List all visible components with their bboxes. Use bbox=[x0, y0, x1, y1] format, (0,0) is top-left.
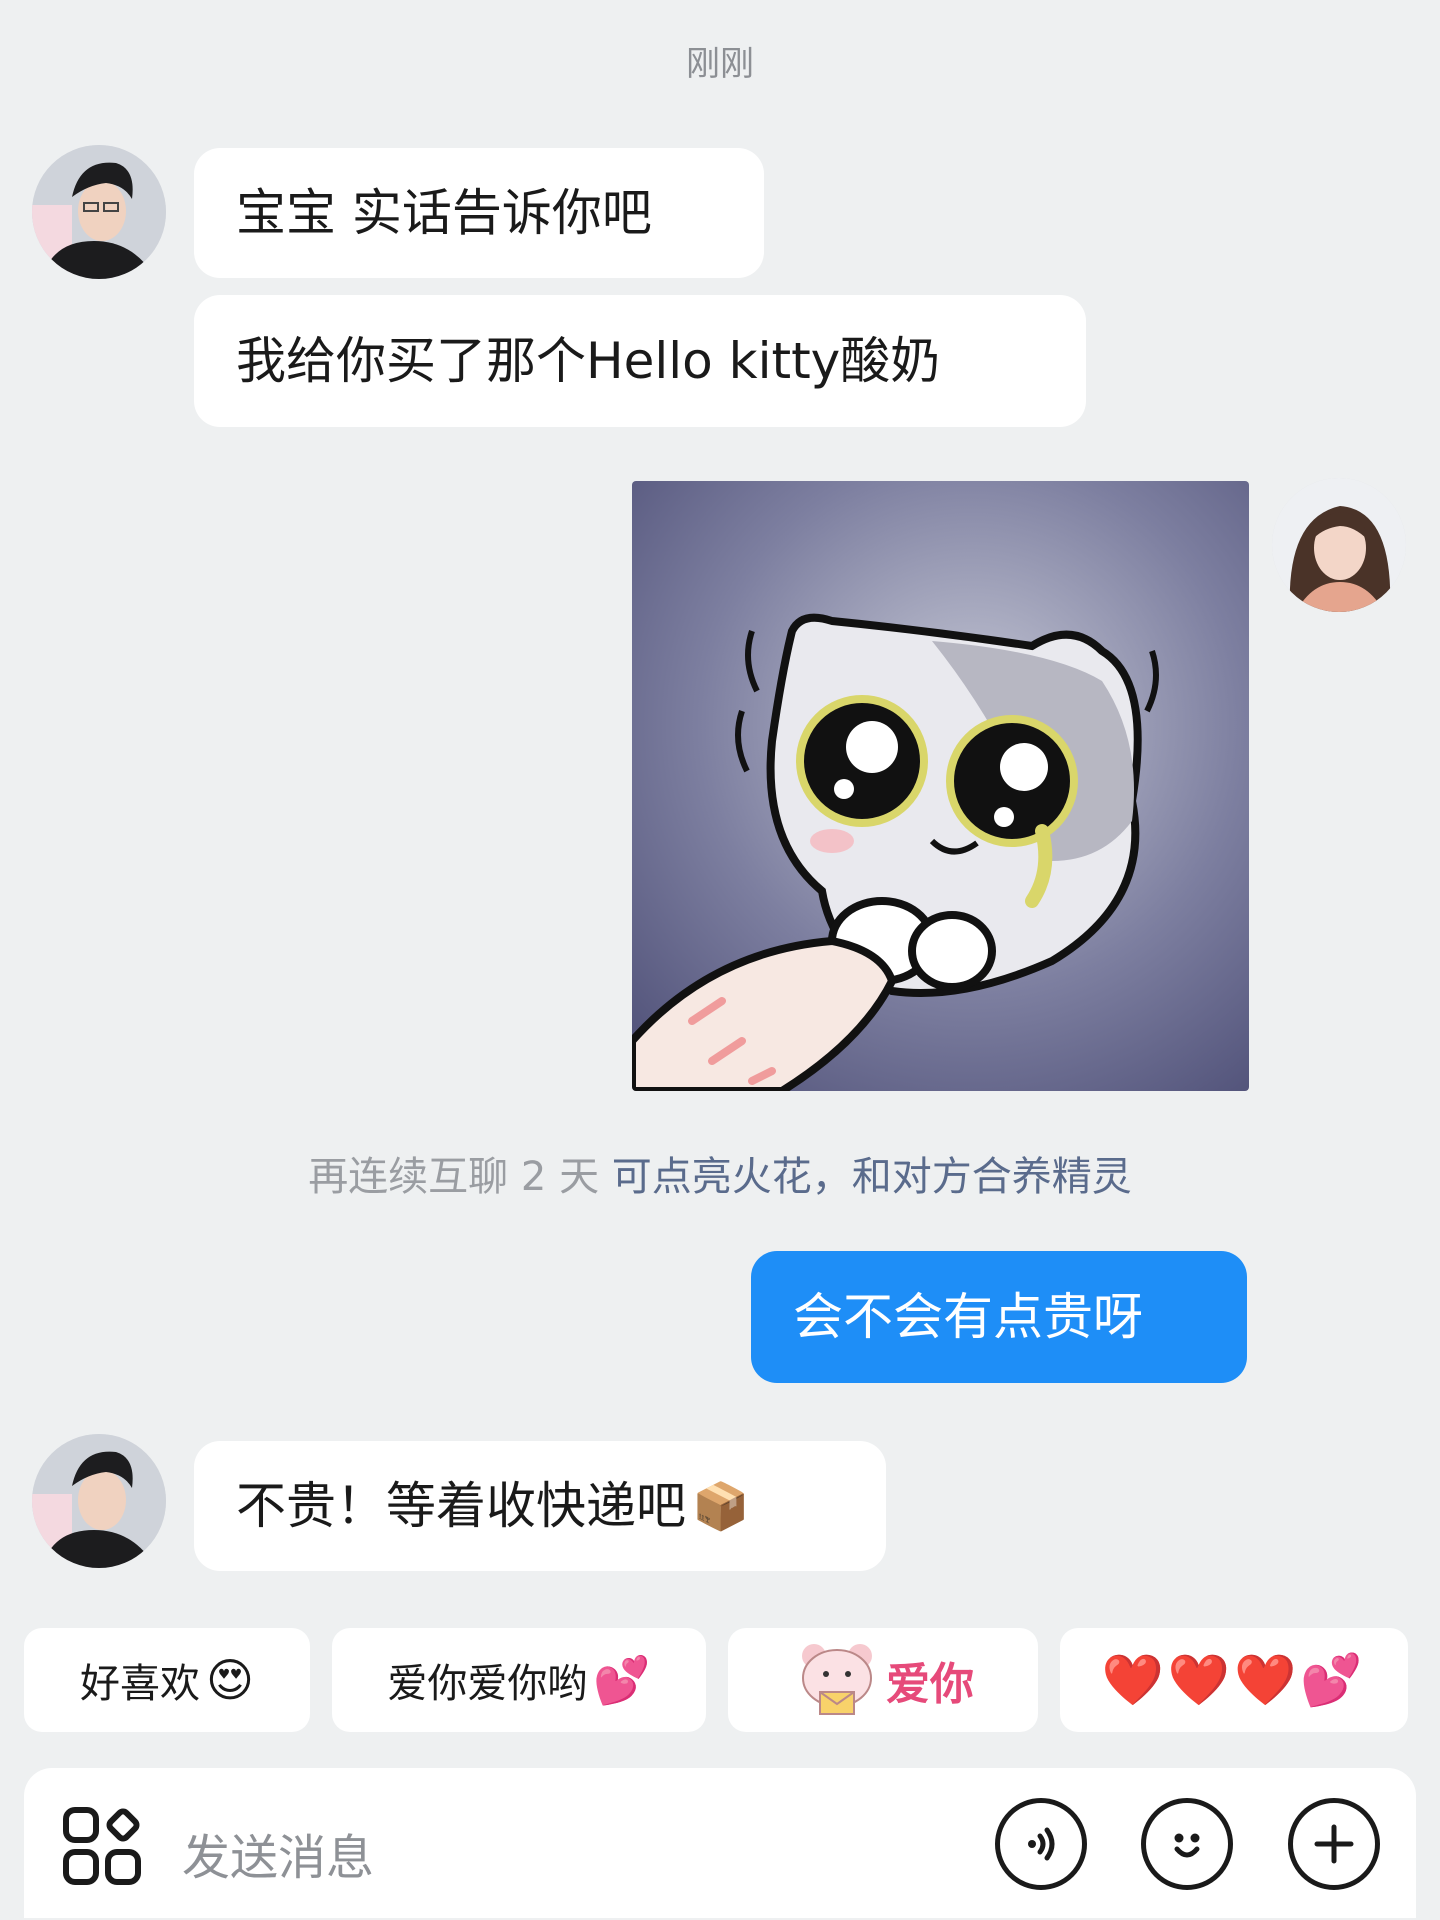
timestamp: 刚刚 bbox=[686, 44, 754, 84]
quick-reply-chip[interactable]: ❤️❤️❤️💕 bbox=[1060, 1628, 1408, 1732]
two-hearts-emoji: 💕 bbox=[593, 1652, 651, 1707]
voice-icon[interactable] bbox=[995, 1798, 1087, 1890]
heart-eyes-emoji: 😍 bbox=[206, 1653, 254, 1707]
crying-cat-sticker-icon[interactable] bbox=[632, 481, 1249, 1091]
quick-reply-text: 爱你 bbox=[886, 1659, 974, 1710]
package-emoji: 📦 bbox=[692, 1479, 750, 1533]
quick-reply-text: 爱你爱你哟 bbox=[387, 1661, 588, 1707]
emoji-icon[interactable] bbox=[1141, 1798, 1233, 1890]
hearts-emoji: ❤️❤️❤️💕 bbox=[1101, 1650, 1367, 1709]
message-text: 我给你买了那个Hello kitty酸奶 bbox=[236, 332, 941, 390]
message-text: 不贵！等着收快递吧 bbox=[236, 1477, 686, 1535]
message-bubble[interactable]: 不贵！等着收快递吧 📦 bbox=[194, 1441, 886, 1571]
message-text: 会不会有点贵呀 bbox=[793, 1288, 1143, 1346]
quick-reply-bar: 好喜欢 😍 爱你爱你哟 💕 爱你 ❤️❤️❤️💕 bbox=[24, 1628, 1408, 1732]
message-bubble[interactable]: 我给你买了那个Hello kitty酸奶 bbox=[194, 295, 1086, 427]
my-avatar[interactable] bbox=[1272, 478, 1406, 612]
apps-icon[interactable] bbox=[62, 1806, 142, 1886]
quick-reply-chip[interactable]: 好喜欢 😍 bbox=[24, 1628, 310, 1732]
message-input[interactable]: 发送消息 bbox=[182, 1818, 374, 1888]
streak-hint-link[interactable]: 可点亮火花，和对方合养精灵 bbox=[612, 1154, 1132, 1200]
message-text: 宝宝 实话告诉你吧 bbox=[236, 184, 652, 242]
quick-reply-sticker[interactable]: 爱你 bbox=[728, 1628, 1038, 1732]
contact-avatar[interactable] bbox=[32, 1434, 166, 1568]
quick-reply-text: 好喜欢 bbox=[80, 1661, 201, 1707]
streak-hint-prefix: 再连续互聊 2 天 bbox=[308, 1154, 600, 1200]
quick-reply-chip[interactable]: 爱你爱你哟 💕 bbox=[332, 1628, 706, 1732]
plus-icon[interactable] bbox=[1288, 1798, 1380, 1890]
contact-avatar[interactable] bbox=[32, 145, 166, 279]
message-bubble-outgoing[interactable]: 会不会有点贵呀 bbox=[751, 1251, 1247, 1383]
message-bubble[interactable]: 宝宝 实话告诉你吧 bbox=[194, 148, 764, 278]
streak-hint: 再连续互聊 2 天 可点亮火花，和对方合养精灵 bbox=[0, 1144, 1440, 1202]
bear-love-sticker-icon bbox=[802, 1644, 872, 1715]
